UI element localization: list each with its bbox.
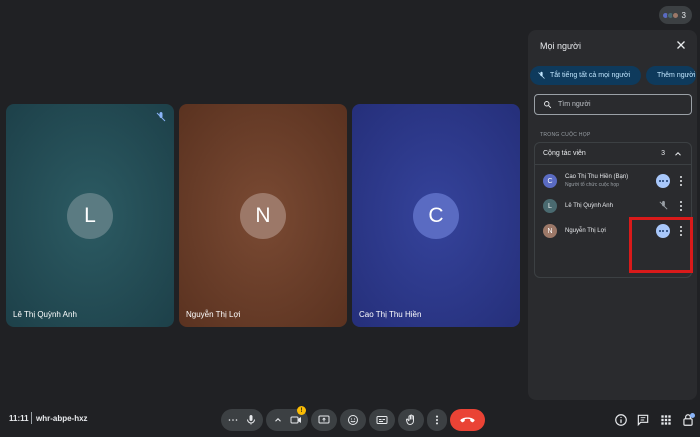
participant-name: Nguyễn Thị Lợi	[565, 228, 606, 234]
avatar: C	[543, 174, 557, 188]
meeting-time: 11:11	[9, 414, 29, 423]
audio-control-group	[221, 409, 263, 431]
notification-dot	[690, 413, 695, 418]
people-panel: Mọi người Tắt tiếng tất cả mọi người Thê…	[528, 30, 697, 400]
tile-name: Lê Thị Quỳnh Anh	[13, 310, 77, 319]
search-icon	[544, 101, 552, 109]
mic-off-icon[interactable]	[658, 200, 669, 211]
add-people-button[interactable]: Thêm người	[646, 66, 696, 85]
mute-all-button[interactable]: Tắt tiếng tất cả mọi người	[530, 66, 641, 85]
present-screen-icon	[318, 415, 330, 424]
participant-row[interactable]: C Cao Thị Thu Hiền (Bạn) Người tổ chức c…	[535, 170, 691, 192]
participant-name: Lê Thị Quỳnh Anh	[565, 203, 613, 209]
speaking-indicator-icon	[656, 174, 670, 188]
captions-icon	[376, 416, 388, 424]
divider	[31, 412, 32, 424]
tile-name: Cao Thị Thu Hiền	[359, 310, 422, 319]
emoji-button[interactable]	[340, 409, 366, 431]
video-tile-1[interactable]: L Lê Thị Quỳnh Anh	[6, 104, 174, 327]
participants-indicator[interactable]: 3	[658, 6, 692, 24]
mini-avatars	[661, 11, 679, 19]
camera-icon[interactable]	[290, 414, 302, 426]
search-placeholder: Tìm người	[558, 101, 591, 108]
avatar: L	[67, 192, 113, 239]
more-actions-button[interactable]	[427, 409, 447, 431]
leave-call-button[interactable]	[450, 409, 485, 431]
video-tile-2[interactable]: N Nguyễn Thị Lợi	[179, 104, 347, 327]
section-label: TRONG CUỘC HỌP	[540, 132, 591, 138]
participant-role: Người tổ chức cuộc họp	[565, 182, 619, 188]
panel-title: Mọi người	[540, 41, 581, 51]
video-tile-3[interactable]: C Cao Thị Thu Hiền	[352, 104, 520, 327]
more-options-icon[interactable]	[677, 199, 685, 213]
tile-name: Nguyễn Thị Lợi	[186, 310, 241, 319]
info-icon[interactable]	[614, 413, 628, 427]
participant-row[interactable]: L Lê Thị Quỳnh Anh	[535, 195, 691, 217]
present-button[interactable]	[311, 409, 337, 431]
emoji-icon	[348, 415, 358, 425]
close-icon[interactable]	[674, 38, 688, 52]
group-header[interactable]: Cộng tác viên 3	[535, 143, 691, 165]
end-call-icon	[460, 417, 475, 423]
people-count: 3	[681, 10, 686, 20]
avatar: N	[543, 224, 557, 238]
warning-badge: !	[297, 406, 306, 415]
avatar: L	[543, 199, 557, 213]
mic-off-icon	[538, 71, 545, 79]
avatar: C	[413, 192, 459, 239]
more-options-icon[interactable]	[227, 414, 239, 426]
activities-icon[interactable]	[659, 413, 673, 427]
more-options-icon	[435, 415, 439, 425]
chat-icon[interactable]	[636, 413, 650, 427]
participant-name: Cao Thị Thu Hiền (Bạn)	[565, 174, 629, 180]
raise-hand-button[interactable]	[398, 409, 424, 431]
group-count: 3	[661, 150, 665, 157]
chevron-up-icon[interactable]	[273, 415, 283, 425]
mic-off-icon	[156, 112, 166, 122]
microphone-icon[interactable]	[245, 414, 257, 426]
add-people-label: Thêm người	[657, 72, 696, 79]
meeting-code: whr-abpe-hxz	[36, 414, 88, 423]
captions-button[interactable]	[369, 409, 395, 431]
group-title: Cộng tác viên	[543, 150, 586, 157]
more-options-icon[interactable]	[677, 174, 685, 188]
mute-all-label: Tắt tiếng tất cả mọi người	[550, 72, 631, 79]
panel-actions: Tắt tiếng tất cả mọi người Thêm người	[530, 66, 696, 86]
raise-hand-icon	[406, 414, 414, 426]
chevron-up-icon[interactable]	[673, 149, 683, 159]
search-input[interactable]: Tìm người	[534, 94, 692, 115]
avatar: N	[240, 192, 286, 239]
highlight-box	[629, 217, 693, 273]
